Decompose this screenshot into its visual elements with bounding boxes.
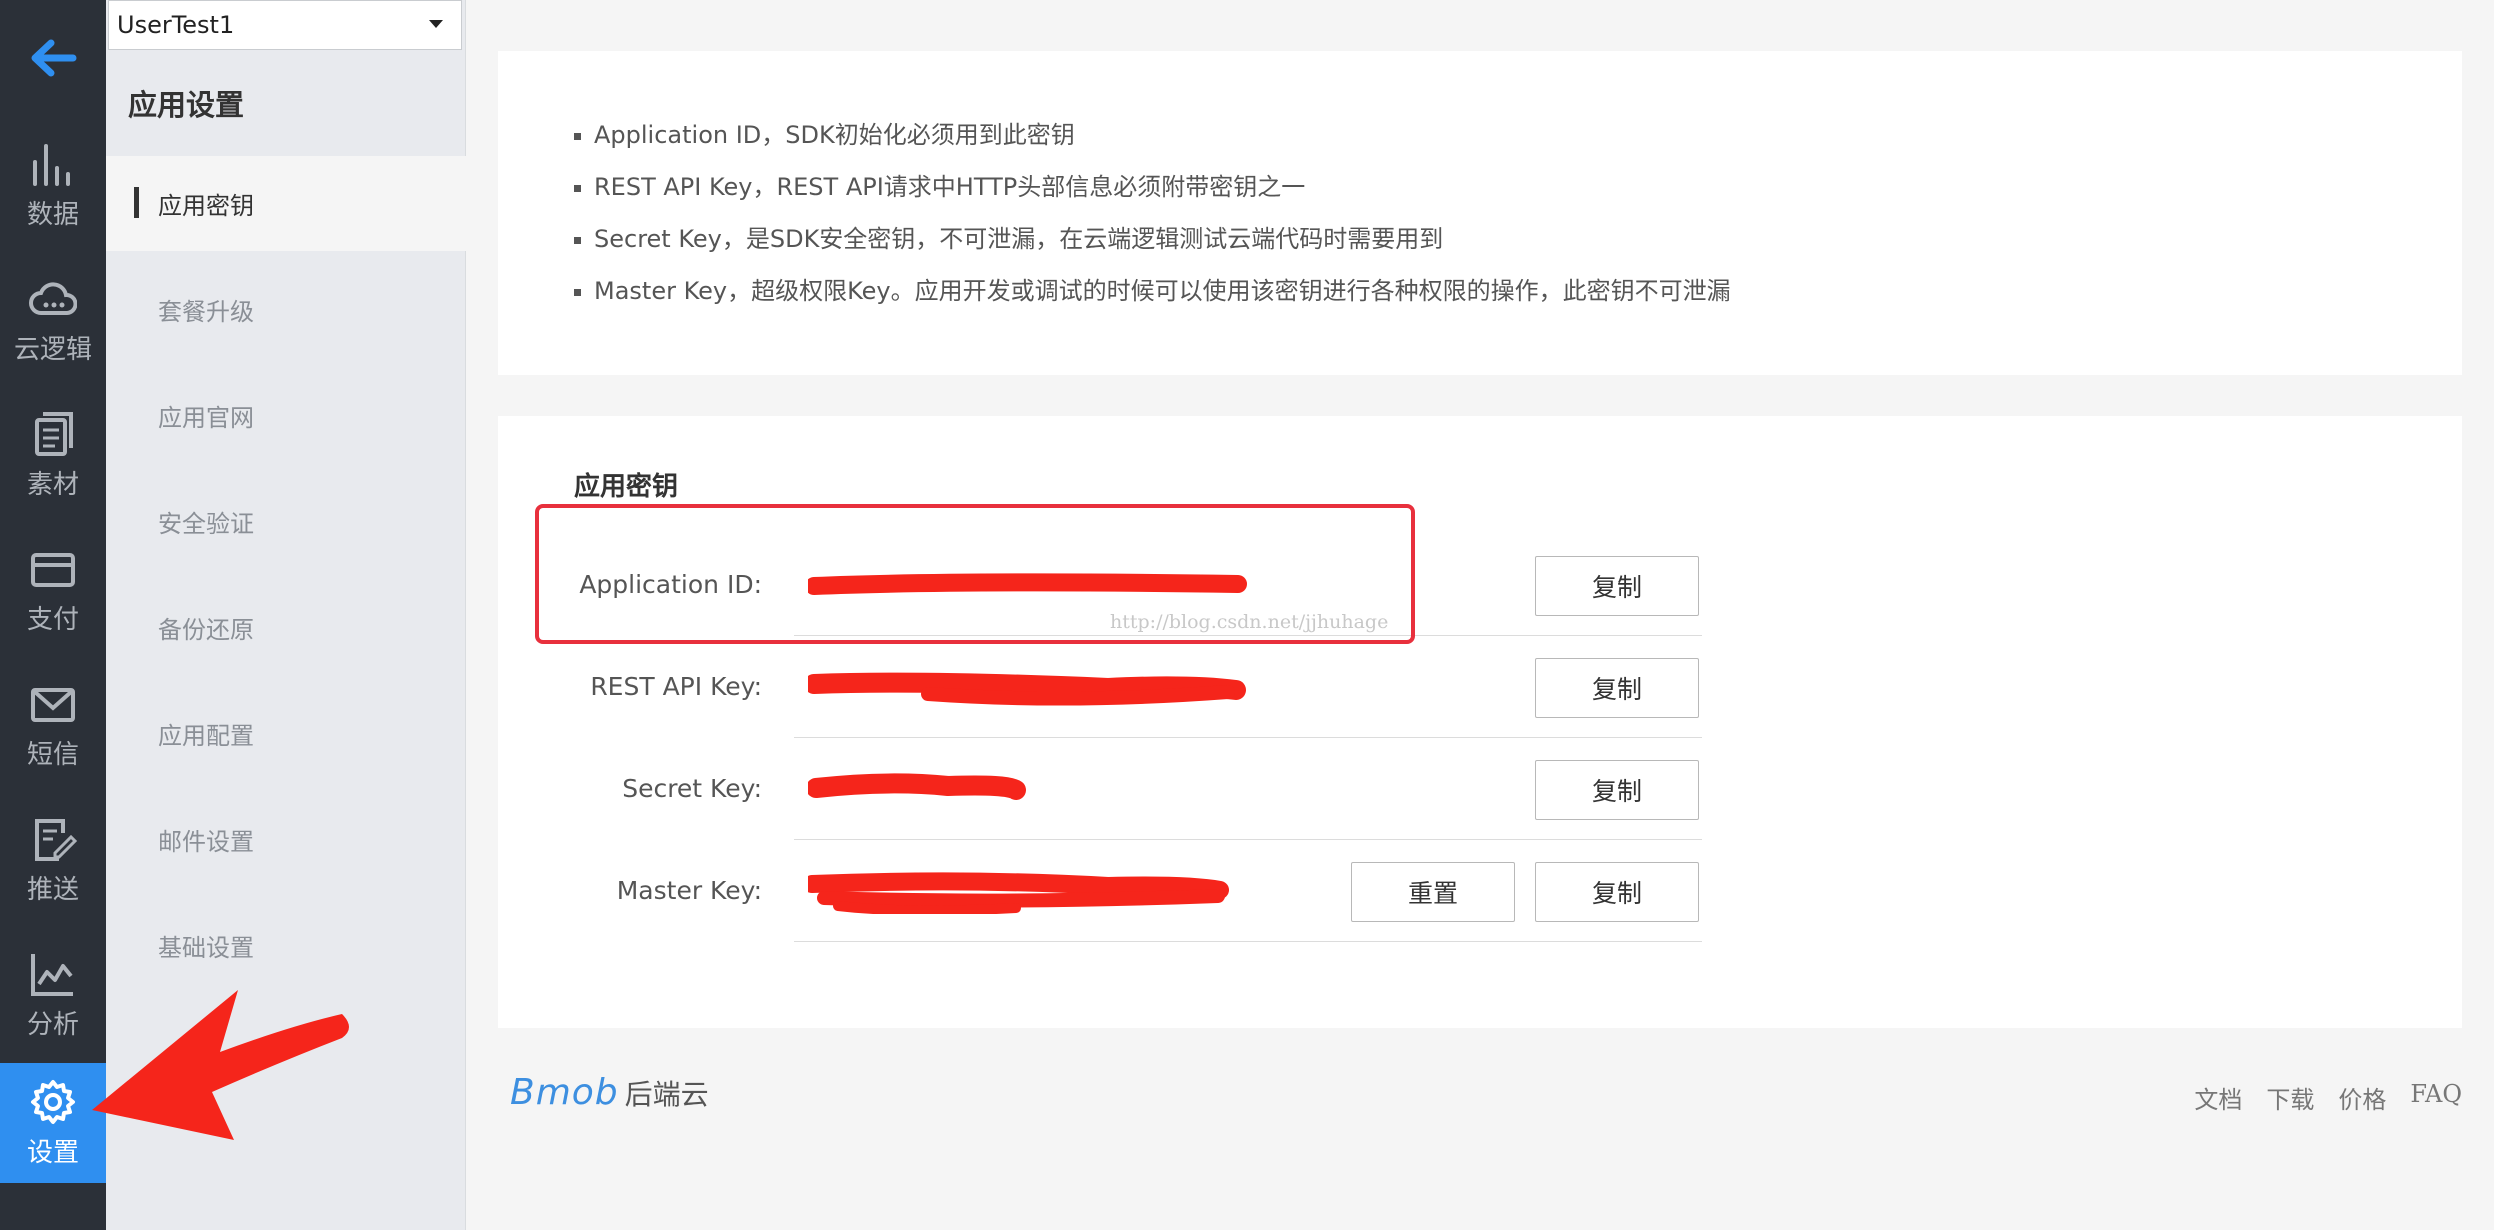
row-divider <box>794 941 1702 942</box>
redacted-value <box>808 773 1026 800</box>
app-select-value: UserTest1 <box>117 11 235 39</box>
brand-logo-text: Bmob <box>510 1072 619 1113</box>
sidebar-item-email[interactable]: 邮件设置 <box>106 792 466 887</box>
sidebar-item-label: 基础设置 <box>158 934 254 962</box>
bar-chart-icon <box>33 144 70 186</box>
rail-item-label: 云逻辑 <box>13 335 92 365</box>
copy-button[interactable]: 复制 <box>1535 556 1699 616</box>
footer-link-pricing[interactable]: 价格 <box>2338 1080 2386 1115</box>
mail-icon <box>31 688 75 722</box>
rail-item-payment[interactable]: 支付 <box>0 523 106 658</box>
sidebar-item-label: 备份还原 <box>158 616 254 644</box>
rail-item-label: 素材 <box>26 470 79 500</box>
key-row-secret-key: Secret Key: 复制 <box>498 738 1702 840</box>
brand-subtitle: 后端云 <box>624 1078 709 1111</box>
app-keys-card: 应用密钥 Application ID: 复制 REST API Key: 复制… <box>498 416 2462 1028</box>
rail-item-label: 推送 <box>26 875 79 905</box>
line-chart-icon <box>31 954 73 996</box>
copy-button[interactable]: 复制 <box>1535 862 1699 922</box>
list-item: REST API Key，REST API请求中HTTP头部信息必须附带密钥之一 <box>574 161 1731 213</box>
sidebar-item-app-keys[interactable]: 应用密钥 <box>106 156 466 251</box>
key-label: Secret Key: <box>622 774 762 803</box>
footer-link-docs[interactable]: 文档 <box>2194 1080 2242 1115</box>
card-icon <box>31 553 75 587</box>
key-row-application-id: Application ID: 复制 <box>498 534 1702 636</box>
rail-item-label: 设置 <box>26 1137 79 1168</box>
caret-down-icon <box>429 20 443 28</box>
sidebar-item-backup[interactable]: 备份还原 <box>106 580 466 675</box>
rail-item-label: 分析 <box>26 1010 79 1040</box>
watermark: http://blog.csdn.net/jjhuhage <box>1110 611 1389 633</box>
sidebar-item-basic[interactable]: 基础设置 <box>106 898 466 993</box>
rail-item-label: 数据 <box>26 200 79 230</box>
key-info-card: Application ID，SDK初始化必须用到此密钥 REST API Ke… <box>498 51 2462 375</box>
footer-links: 文档 下载 价格 FAQ <box>2170 1080 2462 1115</box>
rail-item-cloud-logic[interactable]: 云逻辑 <box>0 253 106 388</box>
sidebar-item-label: 套餐升级 <box>158 298 254 326</box>
key-row-rest-api-key: REST API Key: 复制 <box>498 636 1702 738</box>
rail-item-assets[interactable]: 素材 <box>0 388 106 523</box>
rail-item-label: 支付 <box>26 605 79 635</box>
redacted-value <box>808 672 1246 706</box>
key-info-list: Application ID，SDK初始化必须用到此密钥 REST API Ke… <box>574 109 1731 317</box>
copy-button[interactable]: 复制 <box>1535 658 1699 718</box>
list-item: Secret Key，是SDK安全密钥，不可泄漏，在云端逻辑测试云端代码时需要用… <box>574 213 1731 265</box>
document-icon <box>35 412 73 456</box>
sidebar-item-app-config[interactable]: 应用配置 <box>106 686 466 781</box>
key-row-master-key: Master Key: 重置 复制 <box>498 840 1702 942</box>
list-item: Application ID，SDK初始化必须用到此密钥 <box>574 109 1731 161</box>
app-select-dropdown[interactable]: UserTest1 <box>108 0 462 50</box>
sidebar-title: 应用设置 <box>128 88 245 122</box>
sidebar-item-app-website[interactable]: 应用官网 <box>106 368 466 463</box>
cloud-icon <box>29 282 77 315</box>
sidebar-item-label: 应用密钥 <box>158 192 254 220</box>
arrow-left-icon <box>31 39 77 76</box>
sidebar-item-plan-upgrade[interactable]: 套餐升级 <box>106 262 466 357</box>
sidebar-item-label: 应用官网 <box>158 404 254 432</box>
sidebar-item-label: 应用配置 <box>158 722 254 750</box>
rail-item-data[interactable]: 数据 <box>0 118 106 253</box>
rail-item-settings[interactable]: 设置 <box>0 1063 106 1183</box>
reset-button[interactable]: 重置 <box>1351 862 1515 922</box>
edit-icon <box>35 819 77 861</box>
sidebar-item-security[interactable]: 安全验证 <box>106 474 466 569</box>
footer-link-faq[interactable]: FAQ <box>2410 1080 2462 1115</box>
key-label: REST API Key: <box>590 672 762 701</box>
key-label: Master Key: <box>616 876 762 905</box>
footer-link-download[interactable]: 下载 <box>2266 1080 2314 1115</box>
rail-item-label: 短信 <box>26 740 79 770</box>
brand-logo[interactable]: Bmob 后端云 <box>510 1072 709 1113</box>
sidebar-item-label: 邮件设置 <box>158 828 254 856</box>
rail-item-analytics[interactable]: 分析 <box>0 928 106 1063</box>
back-button[interactable] <box>0 0 106 115</box>
list-item: Master Key，超级权限Key。应用开发或调试的时候可以使用该密钥进行各种… <box>574 265 1731 317</box>
main-nav-rail: 数据 云逻辑 素材 支付 短信 推送 分析 设置 <box>0 0 106 1230</box>
gear-icon <box>31 1079 75 1124</box>
copy-button[interactable]: 复制 <box>1535 760 1699 820</box>
settings-sidebar: UserTest1 应用设置 应用密钥 套餐升级 应用官网 安全验证 备份还原 … <box>106 0 466 1230</box>
section-title: 应用密钥 <box>574 472 679 502</box>
key-label: Application ID: <box>579 570 762 599</box>
rail-item-push[interactable]: 推送 <box>0 793 106 928</box>
redacted-value <box>808 872 1229 914</box>
redacted-value <box>808 573 1247 595</box>
rail-item-sms[interactable]: 短信 <box>0 658 106 793</box>
sidebar-item-label: 安全验证 <box>158 510 254 538</box>
